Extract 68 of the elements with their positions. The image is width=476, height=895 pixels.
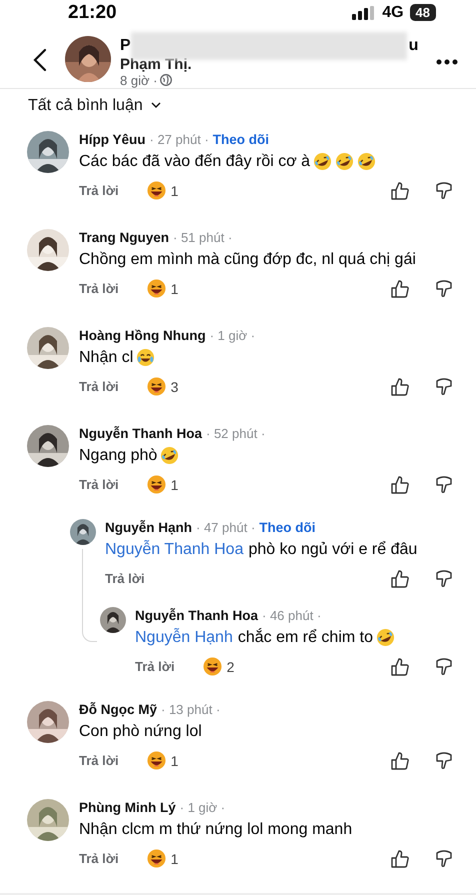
reaction-count: 3 xyxy=(170,378,178,395)
reaction-count: 1 xyxy=(170,752,178,769)
commenter-name[interactable]: Phùng Minh Lý xyxy=(79,798,176,817)
commenter-name[interactable]: Hípp Yêuu xyxy=(79,130,146,149)
reaction-count: 1 xyxy=(170,476,178,493)
comment-time: · 27 phút · xyxy=(150,130,209,149)
comment-text: Con phò nứng lol xyxy=(79,722,202,742)
reply-link[interactable]: Trả lời xyxy=(79,183,119,198)
commenter-name[interactable]: Trang Nguyen xyxy=(79,228,170,247)
author-name: P xyxy=(120,36,131,55)
globe-icon xyxy=(160,74,172,86)
reaction-count: 1 xyxy=(170,850,178,867)
comment-time: · 1 giờ · xyxy=(210,326,256,345)
battery-indicator: 48 xyxy=(410,4,436,22)
comment-text: phò ko ngủ với e rể đâu xyxy=(248,540,418,560)
comment-text: Các bác đã vào đến đây rồi cơ à xyxy=(79,152,310,172)
signal-icon xyxy=(352,6,376,20)
reply-link[interactable]: Trả lời xyxy=(79,477,119,492)
comment-filter-dropdown[interactable]: Tất cả bình luận xyxy=(28,96,161,115)
reply-link[interactable]: Trả lời xyxy=(105,571,145,586)
mention-link[interactable]: Nguyễn Thanh Hoa xyxy=(105,538,244,562)
reply-link[interactable]: Trả lời xyxy=(79,379,119,394)
rolling-laugh-emoji-icon xyxy=(357,152,376,172)
comment-text: Nhận clcm m thứ nứng lol mong manh xyxy=(79,820,352,840)
commenter-name[interactable]: Nguyễn Hạnh xyxy=(105,518,192,537)
comment-time: · 1 giờ · xyxy=(180,798,226,817)
comment-time: · 51 phút · xyxy=(173,228,232,247)
caret-icon xyxy=(150,102,161,110)
reply-link[interactable]: Trả lời xyxy=(79,851,119,866)
reaction-count: 1 xyxy=(170,182,178,199)
commenter-name[interactable]: Hoàng Hồng Nhung xyxy=(79,326,206,345)
follow-link[interactable]: Theo dõi xyxy=(212,132,270,147)
haha-reaction-icon xyxy=(146,475,166,494)
rolling-laugh-emoji-icon xyxy=(376,628,395,648)
rolling-laugh-emoji-icon xyxy=(335,152,354,172)
haha-reaction-icon xyxy=(146,377,166,396)
haha-reaction-icon xyxy=(146,279,166,298)
commenter-name[interactable]: Đỗ Ngọc Mỹ xyxy=(79,700,158,719)
comment-time: · 52 phút · xyxy=(206,424,266,443)
reply-link[interactable]: Trả lời xyxy=(79,753,119,768)
reply-link[interactable]: Trả lời xyxy=(135,659,175,674)
author-name: u xyxy=(408,36,418,55)
comment-text: Chồng em mình mà cũng đớp đc, nl quá chị gái xyxy=(79,250,416,270)
commenter-name[interactable]: Nguyễn Thanh Hoa xyxy=(79,424,202,443)
network-label: 4G xyxy=(382,4,404,22)
haha-reaction-icon xyxy=(146,181,166,200)
commenter-name[interactable]: Nguyễn Thanh Hoa xyxy=(135,606,258,625)
haha-reaction-icon xyxy=(146,849,166,868)
rolling-laugh-emoji-icon xyxy=(313,152,332,172)
haha-reaction-icon xyxy=(146,751,166,770)
reply-link[interactable]: Trả lời xyxy=(79,281,119,296)
reaction-count: 1 xyxy=(170,280,178,297)
haha-reaction-icon xyxy=(202,657,222,676)
comment-time: · 47 phút · xyxy=(196,518,256,537)
comment-text: Ngang phò xyxy=(79,446,158,466)
post-time: 8 giờ · xyxy=(120,72,158,88)
follow-link[interactable]: Theo dõi xyxy=(259,520,316,535)
status-time: 21:20 xyxy=(68,2,117,24)
comment-text: Nhận cl xyxy=(79,348,134,368)
tears-of-joy-emoji-icon xyxy=(136,348,156,368)
reaction-count: 2 xyxy=(226,658,234,675)
comment-text: chắc em rể chim to xyxy=(238,627,373,648)
comment-time: · 46 phút · xyxy=(262,606,322,625)
author-name: Phạm Thị. xyxy=(120,56,193,73)
more-icon xyxy=(436,58,458,65)
mention-link[interactable]: Nguyễn Hạnh xyxy=(135,626,233,650)
comment-time: · 13 phút · xyxy=(161,700,220,719)
rolling-laugh-emoji-icon xyxy=(160,446,180,466)
